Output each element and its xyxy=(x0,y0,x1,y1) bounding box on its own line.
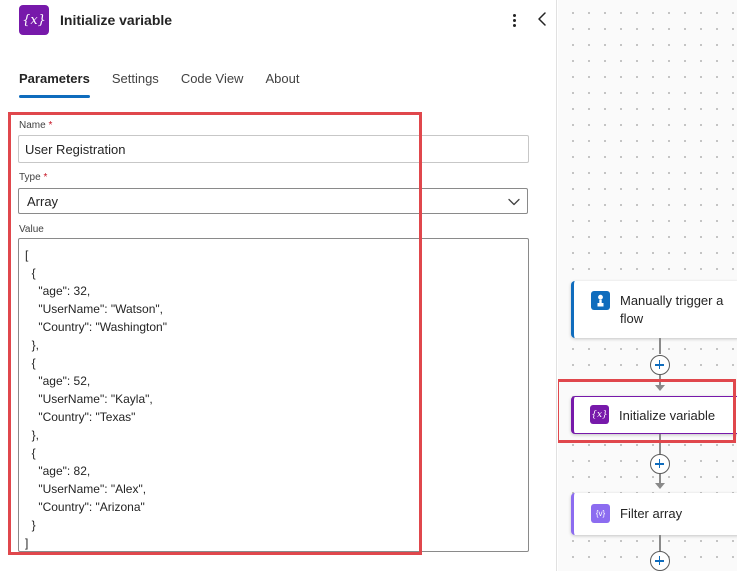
value-textarea[interactable]: [ { "age": 32, "UserName": "Watson", "Co… xyxy=(18,238,529,552)
tab-code-view[interactable]: Code View xyxy=(181,71,244,99)
tab-bar: Parameters Settings Code View About xyxy=(19,71,321,99)
tab-parameters[interactable]: Parameters xyxy=(19,71,90,99)
add-step-plus-icon[interactable] xyxy=(650,454,670,474)
name-field-label: Name * xyxy=(19,120,53,131)
flow-connector xyxy=(659,338,661,354)
chevron-down-icon xyxy=(508,198,520,206)
flow-node-initialize-variable[interactable]: {x} Initialize variable xyxy=(571,396,737,434)
tab-about[interactable]: About xyxy=(265,71,299,99)
variable-icon: {x} xyxy=(19,5,49,35)
type-field-label: Type * xyxy=(19,172,48,183)
type-dropdown[interactable]: Array xyxy=(18,188,528,214)
filter-array-icon: {v} xyxy=(591,504,610,523)
value-field-label: Value xyxy=(19,224,44,235)
more-options-icon[interactable] xyxy=(506,9,522,31)
manual-trigger-icon xyxy=(591,291,610,310)
flow-canvas[interactable]: Manually trigger a flow {x} Initialize v… xyxy=(558,0,737,571)
type-selected-value: Array xyxy=(27,194,59,209)
flow-node-label: Manually trigger a flow xyxy=(620,293,724,326)
flow-node-label: Filter array xyxy=(620,506,683,521)
flow-node-label: Initialize variable xyxy=(619,408,716,423)
flow-connector xyxy=(659,535,661,551)
name-input[interactable] xyxy=(18,135,529,163)
connector-arrow-icon xyxy=(655,483,665,489)
action-details-panel: {x} Initialize variable Parameters Setti… xyxy=(0,0,557,571)
variable-icon: {x} xyxy=(590,405,609,424)
required-mark: * xyxy=(43,172,48,183)
flow-node-filter-array[interactable]: {v} Filter array xyxy=(571,493,737,535)
flow-node-manual-trigger[interactable]: Manually trigger a flow xyxy=(571,281,737,338)
required-mark: * xyxy=(48,120,53,131)
connector-arrow-icon xyxy=(655,385,665,391)
tab-settings[interactable]: Settings xyxy=(112,71,159,99)
add-step-plus-icon[interactable] xyxy=(650,551,670,571)
panel-title: Initialize variable xyxy=(60,12,173,28)
add-step-plus-icon[interactable] xyxy=(650,355,670,375)
flow-connector xyxy=(659,434,661,454)
collapse-panel-icon[interactable] xyxy=(535,8,549,30)
